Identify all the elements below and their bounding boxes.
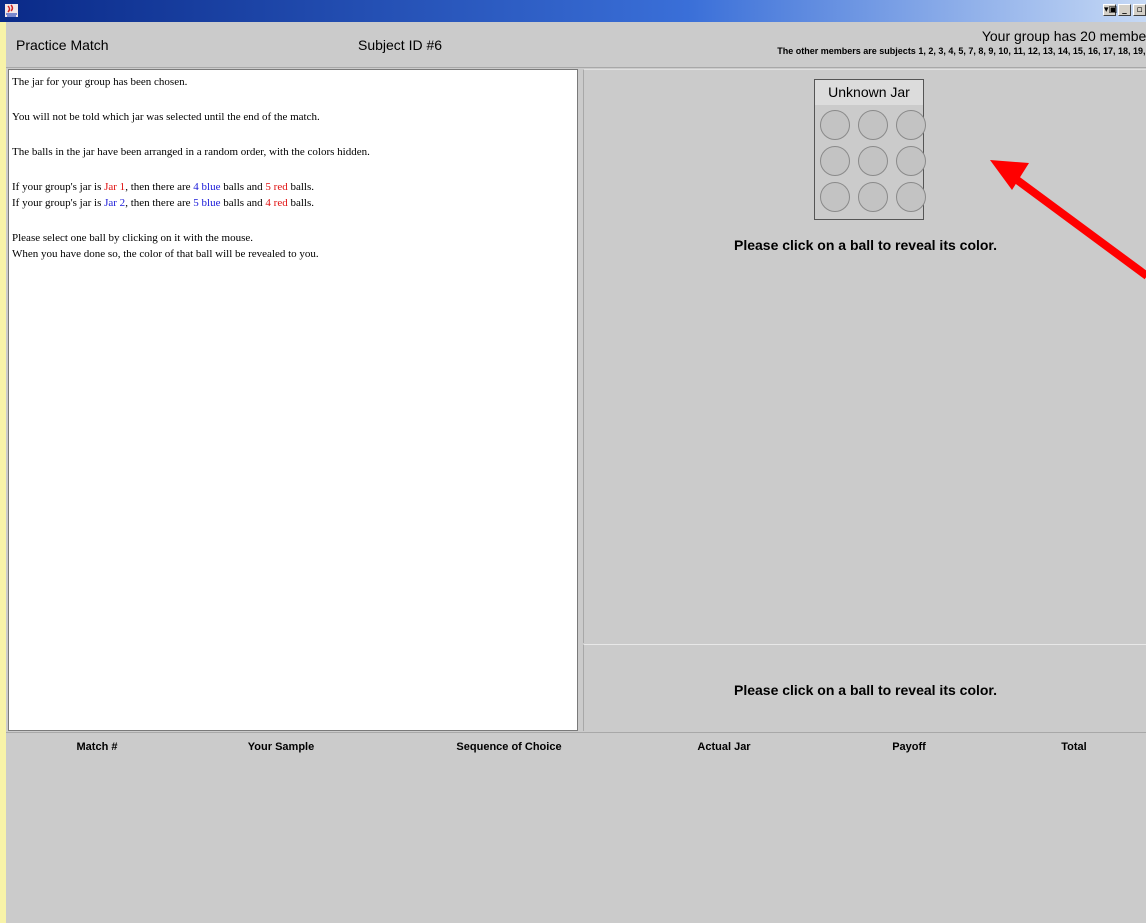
column-header-payoff: Payoff [892, 741, 926, 753]
red-count: 5 red [265, 181, 288, 193]
text-fragment: If your group's jar is [12, 181, 105, 193]
group-size-label: Your group has 20 members [981, 28, 1146, 44]
blue-count: 4 blue [193, 181, 221, 193]
status-prompt: Please click on a ball to reveal its col… [733, 682, 997, 698]
text-fragment: balls. [287, 181, 314, 193]
instruction-text: When you have done so, the color of that… [12, 248, 319, 260]
minimize-button[interactable]: _ [1118, 4, 1131, 16]
column-header-actual-jar: Actual Jar [697, 741, 751, 753]
status-panel: Please click on a ball to reveal its col… [583, 644, 1146, 731]
jar2-description: If your group's jar is Jar 2, then there… [12, 195, 574, 211]
java-app-icon [5, 4, 18, 17]
subject-id-label: Subject ID #6 [358, 37, 443, 53]
group-members-label: The other members are subjects 1, 2, 3, … [777, 46, 1146, 56]
text-fragment: , then there are [125, 181, 194, 193]
instruction-text: The jar for your group has been chosen. [12, 76, 188, 88]
window-titlebar: ▾▣ _ ▫ [0, 0, 1146, 22]
header-bar: Practice Match Subject ID #6 Your group … [6, 22, 1146, 68]
jar2-label: Jar 2 [104, 197, 126, 209]
jar1-label: Jar 1 [104, 181, 126, 193]
column-header-sample: Your Sample [247, 741, 315, 753]
instruction-text: You will not be told which jar was selec… [12, 111, 320, 123]
text-fragment: , then there are [125, 197, 194, 209]
text-fragment: balls and [220, 197, 266, 209]
instruction-text: Please select one ball by clicking on it… [12, 232, 254, 244]
text-fragment: balls. [287, 197, 314, 209]
jar1-description: If your group's jar is Jar 1, then there… [12, 179, 574, 195]
instructions-panel: The jar for your group has been chosen. … [8, 69, 578, 731]
blue-count: 5 blue [193, 197, 221, 209]
red-count: 4 red [265, 197, 288, 209]
column-header-total: Total [1061, 741, 1087, 753]
window-menu-button[interactable]: ▾▣ [1103, 4, 1117, 16]
experiment-window: Practice Match Subject ID #6 Your group … [6, 22, 1146, 923]
restore-button[interactable]: ▫ [1133, 4, 1146, 16]
jar-panel: Unknown Jar Please click on a ball to re… [583, 69, 1146, 643]
window-controls: ▾▣ _ ▫ [1103, 4, 1146, 16]
text-fragment: balls and [220, 181, 266, 193]
instruction-text: The balls in the jar have been arranged … [12, 146, 370, 158]
column-header-match: Match # [76, 741, 118, 753]
column-header-sequence: Sequence of Choice [456, 741, 562, 753]
match-label: Practice Match [16, 37, 109, 53]
match-history-table: Match # Your Sample Sequence of Choice A… [6, 732, 1146, 923]
red-arrow-annotation [990, 160, 1146, 280]
text-fragment: If your group's jar is [12, 197, 105, 209]
